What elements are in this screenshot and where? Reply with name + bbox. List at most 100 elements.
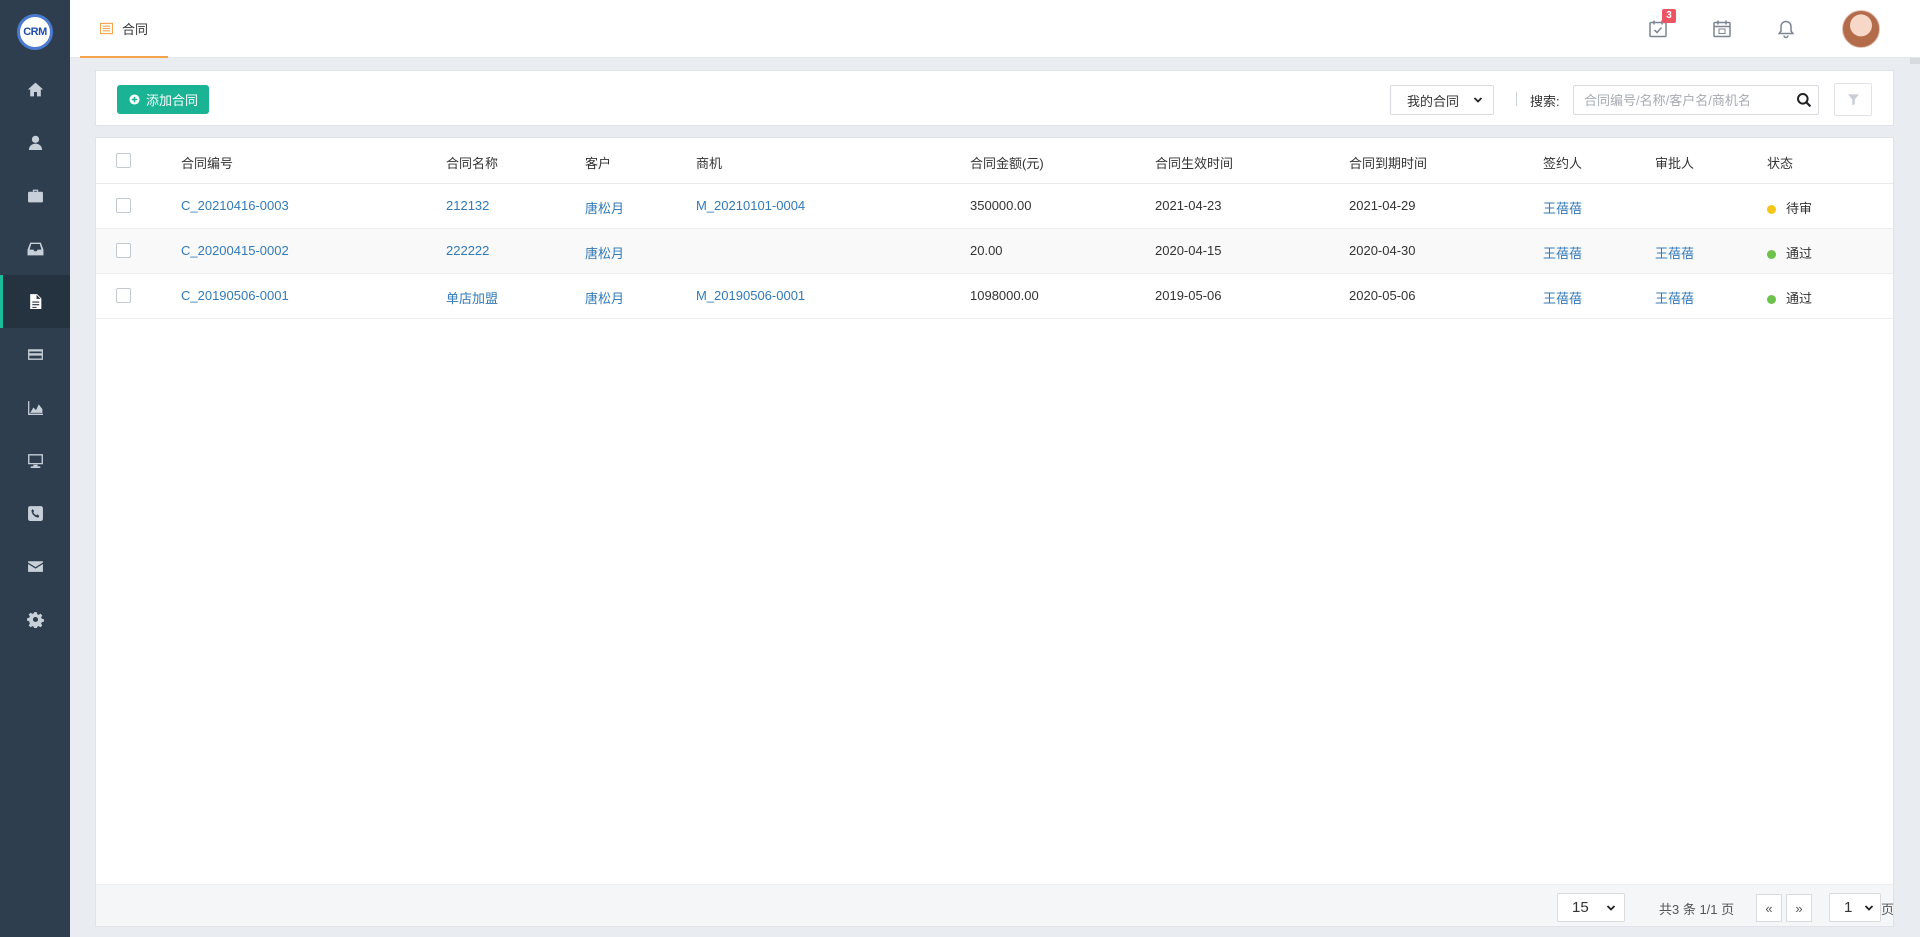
add-contract-button[interactable]: 添加合同 <box>117 85 210 114</box>
gear-icon <box>26 612 44 628</box>
status-badge: 通过 <box>1767 243 1812 262</box>
status-text: 待审 <box>1786 201 1813 216</box>
sidebar-item-calls[interactable] <box>0 487 70 540</box>
row-checkbox[interactable] <box>116 243 131 258</box>
opportunity-link[interactable]: M_20210101-0004 <box>696 198 805 213</box>
reminder-button[interactable]: 3 <box>1626 9 1690 39</box>
header-approver[interactable]: 审批人 <box>1655 153 1694 172</box>
header-signer[interactable]: 签约人 <box>1543 153 1582 172</box>
approver-link[interactable]: 王蓓蓓 <box>1655 243 1694 262</box>
sidebar-item-monitor[interactable] <box>0 434 70 487</box>
page-number-select[interactable]: 1 <box>1829 893 1881 922</box>
filter-icon <box>1847 94 1859 106</box>
table-row[interactable]: C_20210416-0003 212132 唐松月 M_20210101-00… <box>96 184 1893 229</box>
tab-label: 合同 <box>122 21 149 37</box>
credit-card-icon <box>27 349 43 360</box>
mail-icon <box>27 561 43 572</box>
header-opportunity[interactable]: 商机 <box>696 153 722 172</box>
calendar-button[interactable] <box>1690 19 1754 39</box>
crm-logo: CRM <box>17 13 53 50</box>
user-icon <box>28 135 42 150</box>
status-dot <box>1767 250 1776 259</box>
page-unit-label: 页 <box>1881 902 1895 917</box>
page-number-value: 1 <box>1844 899 1853 916</box>
header-name[interactable]: 合同名称 <box>446 153 498 172</box>
header-status[interactable]: 状态 <box>1767 153 1793 172</box>
notifications-button[interactable] <box>1754 19 1818 39</box>
start-date: 2020-04-15 <box>1155 243 1222 258</box>
start-date: 2019-05-06 <box>1155 288 1222 303</box>
status-dot <box>1767 205 1776 214</box>
status-badge: 通过 <box>1767 288 1812 307</box>
chevron-down-icon <box>1473 97 1483 103</box>
prev-page-button[interactable]: « <box>1756 894 1782 922</box>
tab-contracts[interactable]: 合同 <box>80 0 169 58</box>
contract-amount: 1098000.00 <box>970 288 1039 303</box>
status-text: 通过 <box>1786 246 1813 261</box>
signer-link[interactable]: 王蓓蓓 <box>1543 288 1582 307</box>
sidebar-item-mail[interactable] <box>0 540 70 593</box>
page-size-select[interactable]: 15 <box>1557 893 1625 922</box>
logo[interactable]: CRM <box>0 0 70 63</box>
header-code[interactable]: 合同编号 <box>181 153 233 172</box>
signer-link[interactable]: 王蓓蓓 <box>1543 198 1582 217</box>
search-input[interactable] <box>1574 86 1786 114</box>
contract-name-link[interactable]: 222222 <box>446 243 489 258</box>
home-icon <box>27 82 43 97</box>
calendar-icon <box>1713 20 1731 38</box>
pagination: 15 共3 条 1/1 页 « » 1 页 <box>96 884 1895 926</box>
table-header: 合同编号 合同名称 客户 商机 合同金额(元) 合同生效时间 合同到期时间 签约… <box>96 138 1893 184</box>
scrollbar[interactable] <box>1910 58 1920 64</box>
customer-link[interactable]: 唐松月 <box>585 198 624 217</box>
sidebar-item-customers[interactable] <box>0 116 70 169</box>
opportunity-link[interactable]: M_20190506-0001 <box>696 288 805 303</box>
sidebar-item-home[interactable] <box>0 63 70 116</box>
header-customer[interactable]: 客户 <box>585 153 611 172</box>
customer-link[interactable]: 唐松月 <box>585 288 624 307</box>
scope-select-value: 我的合同 <box>1407 93 1460 109</box>
table-row[interactable]: C_20190506-0001 单店加盟 唐松月 M_20190506-0001… <box>96 274 1893 319</box>
header-start-date[interactable]: 合同生效时间 <box>1155 153 1233 172</box>
search-icon[interactable] <box>1796 92 1812 108</box>
page-size-value: 15 <box>1572 899 1589 916</box>
chevron-down-icon <box>1606 904 1616 911</box>
status-badge: 待审 <box>1767 198 1812 217</box>
top-bar: 合同 3 <box>70 0 1920 58</box>
approver-link[interactable]: 王蓓蓓 <box>1655 288 1694 307</box>
signer-link[interactable]: 王蓓蓓 <box>1543 243 1582 262</box>
contract-code-link[interactable]: C_20200415-0002 <box>181 243 289 258</box>
next-page-button[interactable]: » <box>1786 894 1812 922</box>
customer-link[interactable]: 唐松月 <box>585 243 624 262</box>
reminder-badge: 3 <box>1662 9 1676 23</box>
end-date: 2020-04-30 <box>1349 243 1416 258</box>
briefcase-icon <box>27 189 43 203</box>
header-end-date[interactable]: 合同到期时间 <box>1349 153 1427 172</box>
sidebar-item-settings[interactable] <box>0 593 70 646</box>
sidebar-item-contracts[interactable] <box>0 275 70 328</box>
sidebar-item-inbox[interactable] <box>0 222 70 275</box>
table-row[interactable]: C_20200415-0002 222222 唐松月 20.00 2020-04… <box>96 229 1893 274</box>
contract-name-link[interactable]: 212132 <box>446 198 489 213</box>
contract-code-link[interactable]: C_20210416-0003 <box>181 198 289 213</box>
scope-select[interactable]: 我的合同 <box>1390 85 1494 115</box>
end-date: 2021-04-29 <box>1349 198 1416 213</box>
row-checkbox[interactable] <box>116 288 131 303</box>
inbox-icon <box>27 242 43 256</box>
status-dot <box>1767 295 1776 304</box>
sidebar-item-opportunities[interactable] <box>0 169 70 222</box>
plus-circle-icon <box>129 94 140 105</box>
select-all-checkbox[interactable] <box>116 153 131 168</box>
chevron-down-icon <box>1864 904 1874 911</box>
filter-button[interactable] <box>1834 83 1872 116</box>
contract-code-link[interactable]: C_20190506-0001 <box>181 288 289 303</box>
contract-name-link[interactable]: 单店加盟 <box>446 288 498 307</box>
sidebar-item-reports[interactable] <box>0 381 70 434</box>
avatar[interactable] <box>1842 10 1880 48</box>
sidebar-item-payments[interactable] <box>0 328 70 381</box>
search-label: 搜索: <box>1530 94 1560 109</box>
start-date: 2021-04-23 <box>1155 198 1222 213</box>
header-amount[interactable]: 合同金额(元) <box>970 153 1044 172</box>
document-icon <box>29 294 41 309</box>
end-date: 2020-05-06 <box>1349 288 1416 303</box>
row-checkbox[interactable] <box>116 198 131 213</box>
